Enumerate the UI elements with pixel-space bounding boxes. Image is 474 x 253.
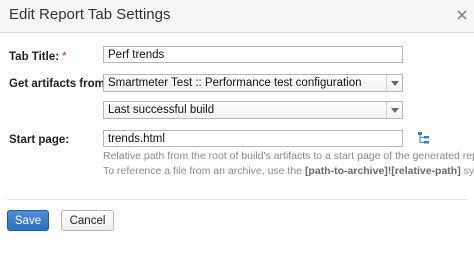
tab-title-label: Tab Title: *	[9, 51, 67, 63]
save-button[interactable]: Save	[7, 210, 49, 231]
chevron-down-icon[interactable]	[386, 102, 402, 118]
start-page-input[interactable]	[103, 130, 403, 147]
edit-report-tab-dialog: Edit Report Tab Settings Tab Title:* Get…	[0, 0, 474, 253]
start-page-hint: Relative path from the root of build's a…	[103, 150, 474, 162]
tree-picker-icon[interactable]	[417, 131, 431, 145]
build-selected: Last successful build	[108, 104, 215, 116]
start-page-label: Start page:	[9, 134, 69, 146]
archive-hint: To reference a file from an archive, use…	[103, 165, 474, 177]
tab-title-label-text: Tab Title:	[9, 51, 60, 63]
tab-title-input[interactable]	[103, 46, 403, 63]
artifacts-config-selected: Smartmeter Test :: Performance test conf…	[108, 77, 362, 89]
dialog-header: Edit Report Tab Settings	[0, 0, 474, 33]
artifacts-label: Get artifacts from:*	[9, 78, 116, 90]
required-mark: *	[62, 51, 67, 63]
close-icon[interactable]	[455, 8, 469, 22]
artifacts-label-text: Get artifacts from:	[9, 78, 109, 90]
footer-divider	[7, 199, 467, 200]
chevron-down-icon[interactable]	[386, 75, 402, 91]
archive-hint-suffix: syntax.	[463, 165, 474, 177]
start-page-label-text: Start page:	[9, 134, 70, 146]
cancel-button[interactable]: Cancel	[61, 210, 114, 231]
artifacts-config-select[interactable]: Smartmeter Test :: Performance test conf…	[103, 74, 403, 92]
archive-hint-syntax: [path-to-archive]![relative-path]	[304, 165, 461, 177]
dialog-title: Edit Report Tab Settings	[9, 6, 171, 23]
archive-hint-prefix: To reference a file from an archive, use…	[103, 165, 305, 177]
build-select[interactable]: Last successful build	[103, 101, 403, 119]
